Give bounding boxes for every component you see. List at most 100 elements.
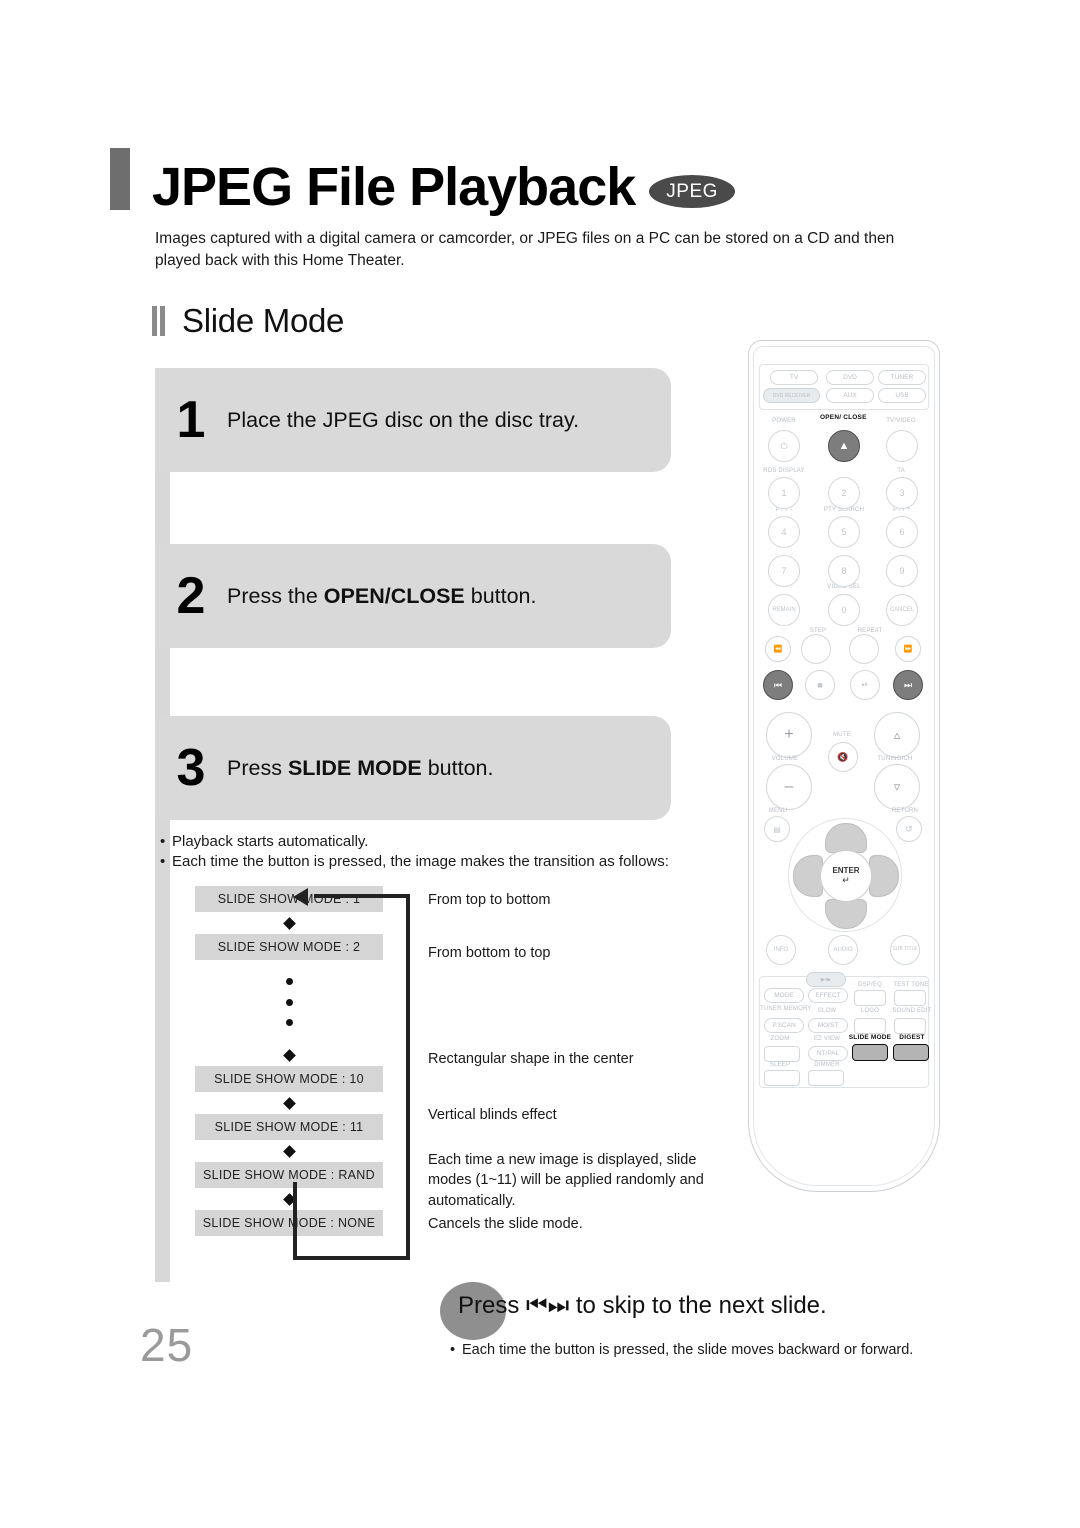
remote-key-3[interactable]: 3 [886,477,918,509]
remote-button-sound-edit[interactable] [894,1018,926,1034]
title-text: JPEG File Playback JPEG [152,160,735,214]
remote-key-remain[interactable]: REMAIN [768,594,800,626]
remote-button-zoom[interactable] [764,1046,800,1062]
remote-button-usb[interactable]: USB [878,388,926,403]
remote-key-0[interactable]: 0 [828,594,860,626]
flow-desc-1: From top to bottom [428,892,551,908]
step-2: 2 Press the OPEN/CLOSE button. [155,544,671,648]
remote-button-digest[interactable] [893,1044,929,1061]
remote-button-tuning-down[interactable]: ▿ [874,764,920,810]
remote-button-power[interactable]: ⏻ [768,430,800,462]
intro-paragraph: Images captured with a digital camera or… [155,230,895,270]
remote-button-mo-st[interactable]: MO/ST [808,1018,848,1033]
remote-button-tv-video[interactable] [886,430,918,462]
remote-button-audio[interactable]: AUDIO [828,935,858,965]
remote-key-9[interactable]: 9 [886,555,918,587]
remote-button-dvd-receiver[interactable]: DVD RECEIVER [763,388,820,403]
flow-desc-none: Cancels the slide mode. [428,1216,583,1232]
remote-button-volume-up[interactable]: + [766,712,812,758]
remote-key-6[interactable]: 6 [886,516,918,548]
remote-button-pscan[interactable]: P.SCAN [764,1018,804,1033]
remote-label-step: STEP [809,628,827,634]
remote-button-open-close[interactable]: ▲ [828,430,860,462]
remote-button-menu[interactable]: ▤ [764,816,790,842]
remote-button-tuning-up[interactable]: ▵ [874,712,920,758]
remote-button-dvd[interactable]: DVD [826,370,874,385]
remote-button-step[interactable] [801,634,831,664]
section-title: Slide Mode [182,302,345,339]
remote-label-tuning-ch: TUNING/CH [877,756,913,762]
remote-key-1[interactable]: 1 [768,477,800,509]
flow-desc-2: From bottom to top [428,945,551,961]
remote-label-slow: SLOW [817,1008,837,1014]
enter-icon: ↵ [842,875,850,885]
step-3: 3 Press SLIDE MODE button. [155,716,671,820]
remote-button-mute[interactable]: 🔇 [828,742,858,772]
remote-button-mode[interactable]: MODE [764,988,804,1003]
remote-key-cancel[interactable]: CANCEL [886,594,918,626]
remote-label-test-tone: TEST TONE [893,982,929,988]
remote-button-skip-back[interactable]: ⏮ [763,670,793,700]
remote-button-play-pause[interactable]: ⏯ [850,670,880,700]
remote-button-enter[interactable]: ENTER ↵ [820,850,872,902]
remote-label-zoom: ZOOM [770,1036,790,1042]
step-2-text: Press the OPEN/CLOSE button. [227,583,537,608]
remote-button-stop[interactable]: ■ [805,670,835,700]
remote-button-test-tone[interactable] [894,990,926,1006]
step-1-number: 1 [176,391,206,449]
remote-button-subtitle[interactable]: SUB TITLE [890,935,920,965]
remote-button-dimmer[interactable] [808,1070,844,1086]
remote-button-info[interactable]: INFO [766,935,796,965]
remote-label-menu: MENU [768,808,788,814]
remote-button-dsp-eq[interactable] [854,990,886,1006]
remote-button-sleep[interactable] [764,1070,800,1086]
step-2-number: 2 [176,567,206,625]
remote-dpad-up[interactable] [825,823,867,853]
remote-dpad[interactable]: ENTER ↵ [788,818,902,932]
bullet-transition: Each time the button is pressed, the ima… [160,853,669,870]
remote-label-dimmer: DIMMER [814,1062,840,1068]
remote-label-sound-edit: SOUND EDIT [892,1008,932,1014]
remote-key-7[interactable]: 7 [768,555,800,587]
remote-label-tv-video: TV/VIDEO [886,418,916,424]
remote-label-mute: MUTE [833,732,851,738]
remote-button-skip-forward[interactable]: ⏭ [893,670,923,700]
remote-button-slide-mode[interactable] [852,1044,888,1061]
skip-icons: ⏮⏭ [526,1292,570,1319]
remote-key-8[interactable]: 8 [828,555,860,587]
step-1: 1 Place the JPEG disc on the disc tray. [155,368,671,472]
remote-key-5[interactable]: 5 [828,516,860,548]
remote-button-nt-pal[interactable]: NT/PAL [808,1046,848,1061]
page-number: 25 [140,1319,194,1371]
remote-button-tuner[interactable]: TUNER [878,370,926,385]
remote-button-volume-down[interactable]: – [766,764,812,810]
remote-label-slide-mode: SLIDE MODE [848,1034,892,1041]
remote-dpad-right[interactable] [869,855,899,897]
remote-dpad-down[interactable] [825,899,867,929]
callout-skip-text: Press ⏮⏭ to skip to the next slide. [458,1292,827,1319]
section-accent-bars [152,306,168,336]
remote-button-fast-forward[interactable]: ⏩ [895,636,921,662]
remote-button-effect[interactable]: EFFECT [808,988,848,1003]
remote-button-aux[interactable]: AUX [826,388,874,403]
remote-button-return[interactable]: ↺ [896,816,922,842]
remote-button-repeat[interactable] [849,634,879,664]
flow-loop-arrow-icon [293,888,308,906]
remote-label-volume: VOLUME [771,756,799,762]
flow-desc-rand: Each time a new image is displayed, slid… [428,1152,704,1209]
remote-key-2[interactable]: 2 [828,477,860,509]
title-accent-bar [110,148,130,210]
flow-desc-11: Vertical blinds effect [428,1107,557,1123]
remote-button-tv[interactable]: TV [770,370,818,385]
remote-button-logo[interactable] [854,1018,886,1034]
remote-control-illustration: TV DVD TUNER DVD RECEIVER AUX USB POWER … [748,340,940,1192]
remote-dpad-left[interactable] [793,855,823,897]
remote-label-tuner-memory: TUNER MEMORY [760,1006,812,1012]
jpeg-badge: JPEG [649,175,735,208]
remote-label-dsp-eq: DSP/EQ [858,982,882,988]
remote-label-ta: TA [897,468,905,474]
remote-label-power: POWER [772,418,796,424]
remote-label-logo: LOGO [860,1008,880,1014]
remote-button-rewind[interactable]: ⏪ [765,636,791,662]
remote-key-4[interactable]: 4 [768,516,800,548]
